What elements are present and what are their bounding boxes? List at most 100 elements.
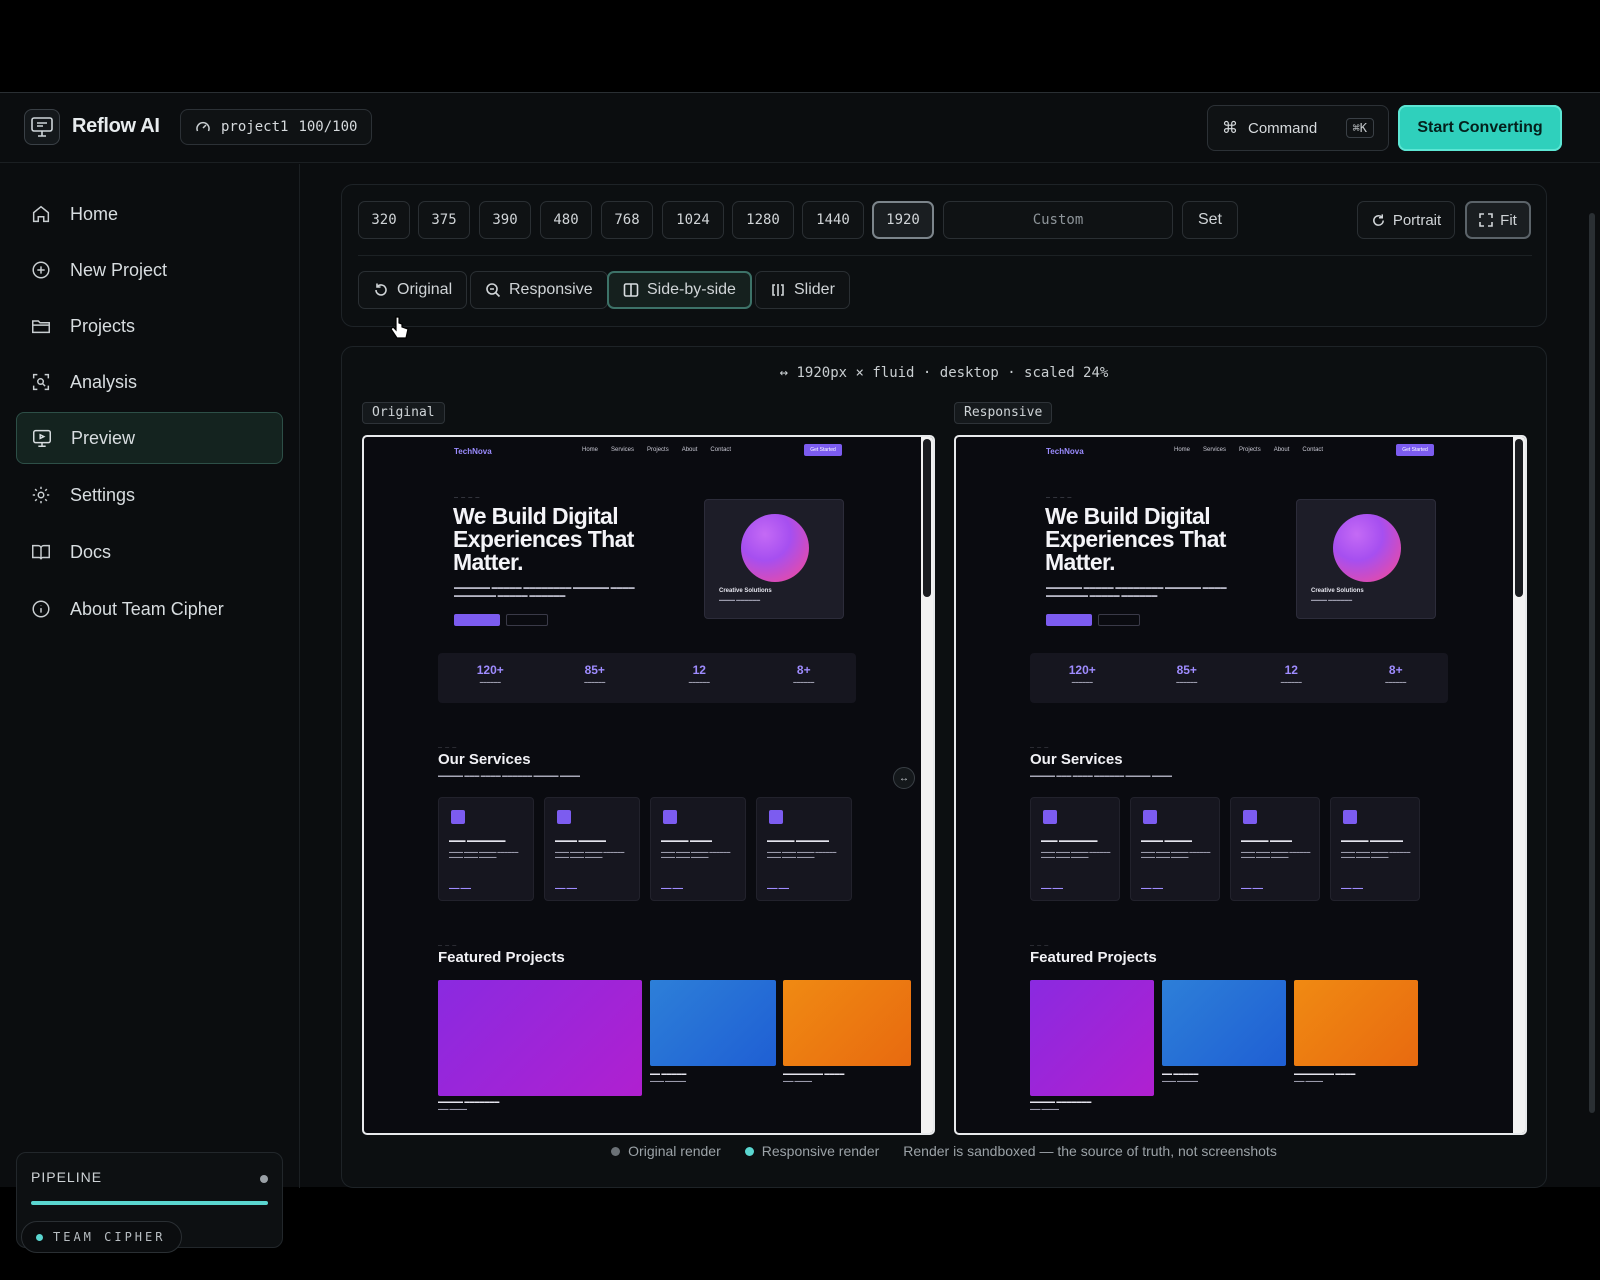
site-primary-button (454, 614, 500, 626)
site-featured-eyebrow: — — — (1030, 942, 1050, 947)
viewport-1440-button[interactable]: 1440 (802, 201, 864, 239)
site-services-grid: ▬▬▬ ▬▬▬▬▬▬▬ ▬▬▬▬ ▬▬▬▬ ▬▬▬▬▬ ▬▬▬▬▬▬ ▬▬▬▬ ▬… (438, 797, 852, 901)
site-service-card: ▬▬▬ ▬▬▬▬▬▬▬ ▬▬▬▬ ▬▬▬▬ ▬▬▬▬▬ ▬▬▬▬▬▬ ▬▬▬▬ ▬… (1030, 797, 1120, 901)
mode-responsive-button[interactable]: Responsive (470, 271, 608, 309)
original-tag: Original (362, 402, 445, 424)
sidebar-item-label: Home (70, 203, 119, 224)
legend-original: Original render (611, 1143, 721, 1159)
site-stat: 12 ▬▬▬▬▬▬ (1280, 663, 1302, 684)
site-stat: 120+ ▬▬▬▬▬▬ (1068, 663, 1096, 684)
site-services-subtitle: ▬▬▬▬▬ ▬▬▬ ▬▬▬▬ ▬▬▬▬▬▬ ▬▬▬▬▬ ▬▬▬▬ (438, 773, 580, 779)
site-services-grid: ▬▬▬ ▬▬▬▬▬▬▬ ▬▬▬▬ ▬▬▬▬ ▬▬▬▬▬ ▬▬▬▬▬▬ ▬▬▬▬ ▬… (1030, 797, 1420, 901)
sidebar-item-label: About Team Cipher (70, 598, 224, 619)
site-nav-link: Contact (1302, 447, 1324, 453)
viewport-1280-button[interactable]: 1280 (732, 201, 794, 239)
viewport-375-button[interactable]: 375 (418, 201, 470, 239)
project-selector[interactable]: project1 100/100 (180, 109, 373, 145)
start-converting-button[interactable]: Start Converting (1398, 105, 1562, 151)
top-header: Reflow AI project1 100/100 ⌘ Command ⌘K … (0, 93, 1600, 163)
logo-icon[interactable] (24, 109, 60, 145)
pipeline-panel: PIPELINE TEAM CIPHER (16, 1152, 283, 1253)
site-card-subtitle: ▬▬▬▬ ▬▬▬▬▬▬ (1311, 597, 1353, 602)
site-project-sub: ▬▬▬▬ ▬▬▬▬▬▬ (1162, 1079, 1198, 1083)
site-project-label: ▬▬▬▬▬ ▬▬▬▬▬▬▬ (1030, 1099, 1092, 1105)
sync-scroll-icon[interactable]: ↔ (893, 767, 915, 789)
monitor-icon (33, 429, 51, 447)
book-icon (32, 544, 50, 560)
site-service-card: ▬▬▬▬▬ ▬▬▬▬▬▬ ▬▬▬▬ ▬▬▬▬ ▬▬▬▬▬ ▬▬▬▬▬▬ ▬▬▬▬ … (1330, 797, 1420, 901)
sandbox-note: Render is sandboxed — the source of trut… (903, 1143, 1277, 1159)
site-service-card: ▬▬▬▬▬ ▬▬▬▬ ▬▬▬▬ ▬▬▬▬ ▬▬▬▬▬ ▬▬▬▬▬▬ ▬▬▬▬ ▬▬… (1230, 797, 1320, 901)
legend-responsive: Responsive render (744, 1143, 879, 1159)
viewport-toolbar: 320 375 390 480 768 1024 1280 1440 1920 … (341, 184, 1547, 327)
site-logo: TechNova (454, 447, 492, 456)
columns-icon (623, 283, 639, 297)
mode-label: Responsive (509, 281, 593, 298)
scale-info: ↔ 1920px × fluid · desktop · scaled 24% (779, 365, 1109, 381)
site-featured-title: Featured Projects (438, 949, 565, 966)
site-project-card (1162, 980, 1286, 1066)
site-nav: Home Services Projects About Contact (1174, 447, 1323, 453)
viewport-480-button[interactable]: 480 (540, 201, 592, 239)
home-icon (32, 205, 50, 223)
sidebar-item-projects[interactable]: Projects (16, 300, 283, 352)
site-nav-link: Projects (1239, 447, 1261, 453)
site-services-eyebrow: — — — (1030, 744, 1050, 749)
site-primary-button (1046, 614, 1092, 626)
sidebar-item-docs[interactable]: Docs (16, 526, 283, 578)
site-nav-link: About (1273, 447, 1290, 453)
team-badge[interactable]: TEAM CIPHER (21, 1221, 183, 1253)
set-button[interactable]: Set (1182, 201, 1238, 239)
site-stat: 8+ ▬▬▬▬▬▬ (793, 663, 815, 684)
custom-width-input[interactable]: Custom (943, 201, 1173, 239)
sidebar-item-home[interactable]: Home (16, 188, 283, 240)
responsive-scrollbar[interactable] (1513, 437, 1525, 1133)
sidebar-item-analysis[interactable]: Analysis (16, 356, 283, 408)
render-legend: Original render Responsive render Render… (342, 1143, 1546, 1159)
gauge-icon (196, 121, 210, 132)
viewport-1024-button[interactable]: 1024 (662, 201, 724, 239)
responsive-scroll-thumb[interactable] (1515, 439, 1523, 597)
site-service-card: ▬▬▬▬ ▬▬▬▬▬ ▬▬▬▬ ▬▬▬▬ ▬▬▬▬▬ ▬▬▬▬▬▬ ▬▬▬▬ ▬▬… (544, 797, 640, 901)
site-featured-title: Featured Projects (1030, 949, 1157, 966)
site-project-sub: ▬▬▬▬ ▬▬▬▬▬▬ (650, 1079, 686, 1083)
page-scrollbar[interactable] (1589, 213, 1595, 1113)
site-project-sub: ▬▬▬ ▬▬▬▬▬ (783, 1079, 812, 1083)
site-orb (1333, 514, 1401, 582)
app-window: Reflow AI project1 100/100 ⌘ Command ⌘K … (0, 92, 1600, 1253)
portrait-button[interactable]: Portrait (1357, 201, 1455, 239)
site-nav: Home Services Projects About Contact (582, 447, 731, 453)
site-nav-link: Home (582, 447, 599, 453)
original-frame[interactable]: TechNova Home Services Projects About Co… (362, 435, 935, 1135)
viewport-390-button[interactable]: 390 (479, 201, 531, 239)
site-services-subtitle: ▬▬▬▬▬ ▬▬▬ ▬▬▬▬ ▬▬▬▬▬▬ ▬▬▬▬▬ ▬▬▬▬ (1030, 773, 1172, 779)
viewport-1920-button[interactable]: 1920 (872, 201, 934, 239)
site-project-sub: ▬▬▬ ▬▬▬▬▬ (1294, 1079, 1323, 1083)
sidebar-item-settings[interactable]: Settings (16, 469, 283, 521)
pipeline-label: PIPELINE (31, 1169, 103, 1185)
site-stats: 120+ ▬▬▬▬▬▬ 85+ ▬▬▬▬▬▬ 12 ▬▬▬▬▬▬ 8+ ▬▬▬▬▬▬ (438, 653, 856, 703)
site-services-eyebrow: — — — (438, 744, 458, 749)
site-nav-cta: Get Started (804, 444, 842, 456)
sidebar-item-about[interactable]: About Team Cipher (16, 583, 283, 635)
sidebar-item-label: Analysis (70, 371, 138, 392)
responsive-frame[interactable]: TechNova Home Services Projects About Co… (954, 435, 1527, 1135)
sidebar-item-preview[interactable]: Preview (16, 412, 283, 464)
site-stats: 120+ ▬▬▬▬▬▬ 85+ ▬▬▬▬▬▬ 12 ▬▬▬▬▬▬ 8+ ▬▬▬▬▬▬ (1030, 653, 1448, 703)
viewport-320-button[interactable]: 320 (358, 201, 410, 239)
mode-slider-button[interactable]: Slider (755, 271, 850, 309)
mode-side-by-side-button[interactable]: Side-by-side (607, 271, 752, 309)
original-scrollbar[interactable] (921, 437, 933, 1133)
site-services-title: Our Services (438, 751, 531, 768)
original-scroll-thumb[interactable] (923, 439, 931, 597)
sidebar-item-new-project[interactable]: New Project (16, 244, 283, 296)
site-nav-link: Contact (710, 447, 732, 453)
command-shortcut: ⌘K (1345, 118, 1374, 138)
mode-label: Side-by-side (647, 281, 736, 298)
site-hero-card: Creative Solutions ▬▬▬▬ ▬▬▬▬▬▬ (1296, 499, 1436, 619)
command-button[interactable]: ⌘ Command ⌘K (1207, 105, 1389, 151)
mode-original-button[interactable]: Original (358, 271, 468, 309)
viewport-768-button[interactable]: 768 (601, 201, 653, 239)
fit-button[interactable]: Fit (1465, 201, 1531, 239)
site-nav-link: Projects (647, 447, 669, 453)
